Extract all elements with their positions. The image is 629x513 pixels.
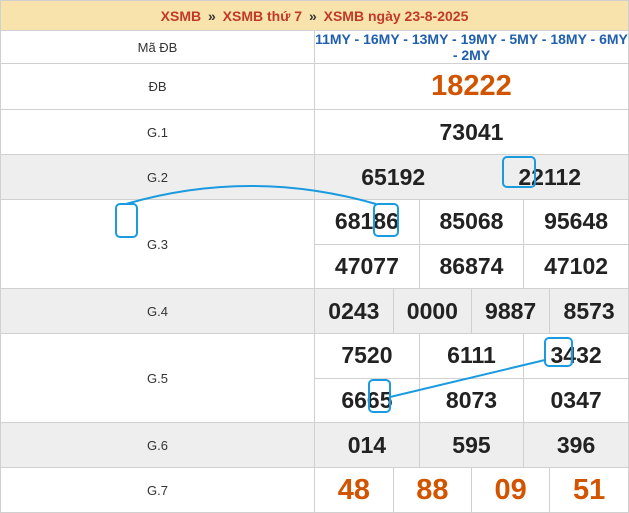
prize-g5-number: 6665 — [315, 377, 420, 422]
prize-g3-number: 86874 — [418, 243, 525, 288]
prize-g7-number: 51 — [549, 468, 628, 512]
prize-g1-row: G.1 73041 — [0, 109, 629, 155]
prize-g3-number: 47077 — [315, 243, 420, 288]
prize-g7-number: 09 — [470, 468, 551, 512]
prize-g5-number: 3432 — [523, 334, 628, 379]
prize-g2-number: 65192 — [315, 155, 472, 199]
prize-g6-number: 014 — [315, 423, 420, 467]
prize-g7-number: 48 — [315, 468, 394, 512]
prize-g4-number: 0000 — [392, 289, 473, 333]
prize-g4-row: G.4 0243 0000 9887 8573 — [0, 288, 629, 334]
prize-g5-row: G.5 7520 6111 3432 6665 8073 0347 — [0, 333, 629, 423]
breadcrumb-xsmb[interactable]: XSMB — [161, 8, 201, 24]
prize-db-label: ĐB — [0, 63, 315, 110]
prize-g1-label: G.1 — [0, 109, 315, 155]
prize-g3-number: 68186 — [315, 200, 420, 245]
prize-g6-number: 396 — [523, 423, 628, 467]
prize-g6-number: 595 — [418, 423, 525, 467]
title-row: XSMB » XSMB thứ 7 » XSMB ngày 23-8-2025 — [0, 0, 629, 31]
breadcrumb-separator: » — [308, 7, 317, 24]
prize-g3-number: 85068 — [418, 200, 525, 245]
prize-g6-label: G.6 — [0, 422, 315, 468]
prize-g5-number: 0347 — [523, 377, 628, 422]
breadcrumb-separator: » — [207, 7, 216, 24]
prize-g3-number: 47102 — [523, 243, 628, 288]
prize-g2-label: G.2 — [0, 154, 315, 200]
results-table: XSMB » XSMB thứ 7 » XSMB ngày 23-8-2025 … — [0, 0, 629, 513]
breadcrumb-xsmb-saturday[interactable]: XSMB thứ 7 — [223, 8, 302, 24]
prize-db-number: 18222 — [314, 63, 629, 110]
prize-g4-label: G.4 — [0, 288, 315, 334]
special-code-row: Mã ĐB 11MY - 16MY - 13MY - 19MY - 5MY - … — [0, 30, 629, 64]
prize-g4-number: 8573 — [549, 289, 628, 333]
breadcrumb-xsmb-date[interactable]: XSMB ngày 23-8-2025 — [324, 8, 469, 24]
prize-g3-row: G.3 68186 85068 95648 47077 86874 47102 — [0, 199, 629, 289]
prize-g5-label: G.5 — [0, 333, 315, 423]
special-code-label: Mã ĐB — [0, 30, 315, 64]
prize-g6-row: G.6 014 595 396 — [0, 422, 629, 468]
prize-g7-number: 88 — [392, 468, 473, 512]
prize-g4-number: 9887 — [470, 289, 551, 333]
lottery-results-board: XSMB » XSMB thứ 7 » XSMB ngày 23-8-2025 … — [0, 0, 629, 513]
prize-g5-number: 7520 — [315, 334, 420, 379]
prize-g5-number: 8073 — [418, 377, 525, 422]
prize-g3-number: 95648 — [523, 200, 628, 245]
prize-g2-number: 22112 — [471, 155, 628, 199]
prize-g4-number: 0243 — [315, 289, 394, 333]
prize-g1-number: 73041 — [314, 109, 629, 155]
prize-db-row: ĐB 18222 — [0, 63, 629, 110]
prize-g5-number: 6111 — [418, 334, 525, 379]
prize-g2-row: G.2 65192 22112 — [0, 154, 629, 200]
special-code-values: 11MY - 16MY - 13MY - 19MY - 5MY - 18MY -… — [314, 30, 629, 64]
prize-g3-label: G.3 — [0, 199, 315, 289]
